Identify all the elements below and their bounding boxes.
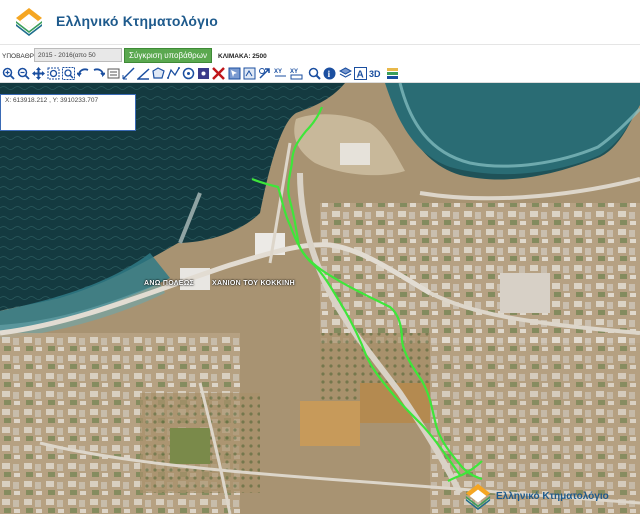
pan-icon[interactable] <box>32 67 45 80</box>
zoom-window-icon[interactable] <box>62 67 75 80</box>
place-label-ano-poleos: ΑΝΩ ΠΟΛΕΩΣ <box>144 280 195 287</box>
legend-icon[interactable] <box>386 67 399 80</box>
coordinate-readout: X: 613918.212 , Y: 3910233.707 <box>0 94 136 131</box>
coordinates-input-icon[interactable]: XY <box>290 67 303 80</box>
ktimatologio-logo-icon <box>16 8 42 36</box>
coordinates-xy-icon[interactable]: XY <box>274 67 287 80</box>
help-icon[interactable]: i <box>323 67 336 80</box>
place-label-chanion-tou-kokkini: ΧΑΝΙΟΝ ΤΟΥ ΚΟΚΚΙΝΗ <box>212 280 295 287</box>
coordinate-text: X: 613918.212 , Y: 3910233.707 <box>5 97 99 104</box>
zoom-extent-icon[interactable] <box>47 67 60 80</box>
select-icon[interactable] <box>228 67 241 80</box>
watermark-logo-icon <box>465 483 491 510</box>
scale-label: ΚΛΙΜΑΚΑ: 2500 <box>218 53 267 60</box>
measure-angle-icon[interactable] <box>137 67 150 80</box>
point-icon[interactable] <box>197 67 210 80</box>
compare-basemaps-button[interactable]: Σύγκριση υποβάθρων <box>124 48 212 63</box>
layers-icon[interactable] <box>339 67 352 80</box>
draw-circle-icon[interactable] <box>182 67 195 80</box>
clear-icon[interactable] <box>212 67 225 80</box>
svg-text:XY: XY <box>274 69 282 75</box>
info-icon[interactable] <box>107 67 120 80</box>
print-icon[interactable] <box>243 67 256 80</box>
measure-area-icon[interactable] <box>152 67 165 80</box>
svg-text:XY: XY <box>290 69 298 75</box>
previous-view-icon[interactable] <box>77 67 90 80</box>
logo-title: Ελληνικό Κτηματολόγιο <box>56 13 219 29</box>
basemap-toolbar: ΥΠΟΒΑΘΡΟ: 2015 - 2016(απο 50 Σύγκριση υπ… <box>0 44 640 67</box>
search-icon[interactable] <box>308 67 321 80</box>
watermark-text: Ελληνικό Κτηματολόγιο <box>496 491 609 502</box>
satellite-map[interactable] <box>0 83 640 514</box>
map-tools-toolbar: XY XY i A 3D <box>0 66 640 83</box>
text-icon[interactable]: A <box>354 67 367 80</box>
basemap-select[interactable]: 2015 - 2016(απο 50 <box>34 48 122 62</box>
app-header: Ελληνικό Κτηματολόγιο <box>0 0 640 44</box>
draw-polygon-icon[interactable] <box>167 67 180 80</box>
watermark-logo: Ελληνικό Κτηματολόγιο <box>464 482 640 510</box>
zoom-in-icon[interactable] <box>2 67 15 80</box>
svg-text:A: A <box>357 70 364 81</box>
next-view-icon[interactable] <box>92 67 105 80</box>
zoom-out-icon[interactable] <box>17 67 30 80</box>
measure-line-icon[interactable] <box>122 67 135 80</box>
3d-icon[interactable]: 3D <box>369 67 383 80</box>
svg-text:3D: 3D <box>369 69 381 79</box>
export-icon[interactable] <box>258 67 271 80</box>
